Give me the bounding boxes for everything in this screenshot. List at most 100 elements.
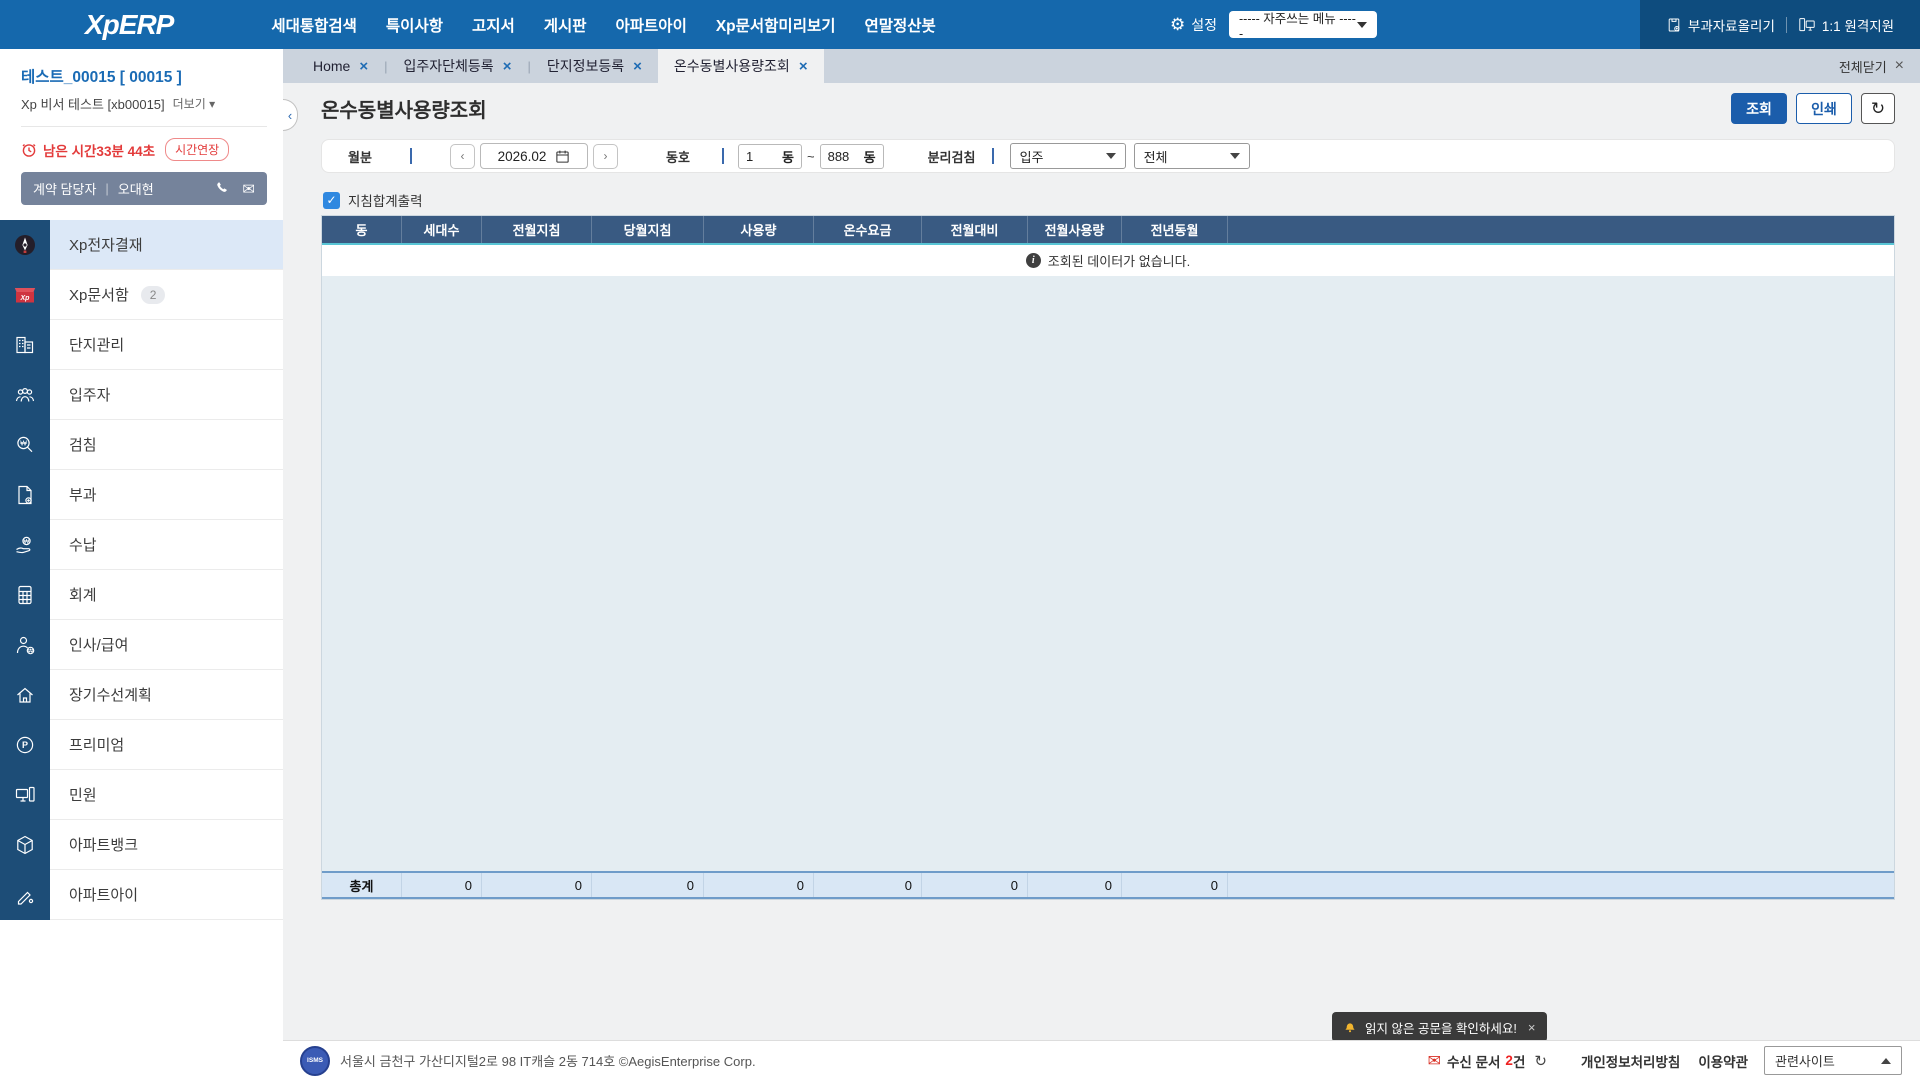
col-curr-reading[interactable]: 당월지침 — [592, 216, 704, 243]
next-month-button[interactable]: › — [593, 143, 618, 169]
col-prev-month-usage[interactable]: 전월사용량 — [1028, 216, 1122, 243]
tab-home[interactable]: Home × — [297, 49, 384, 83]
phone-icon[interactable] — [215, 181, 230, 196]
inbox-count[interactable]: 2 — [1505, 1053, 1513, 1068]
dong-suffix: 동 — [863, 149, 876, 165]
sidebar-item-xp-docbox[interactable]: Xp Xp문서함 2 — [0, 270, 283, 320]
page-actions: 조회 인쇄 ↻ — [1731, 93, 1895, 124]
remote-support-button[interactable]: 1:1 원격지원 — [1798, 15, 1894, 35]
dong-suffix: 동 — [782, 149, 794, 165]
close-icon[interactable]: × — [633, 58, 642, 75]
pencil-icon — [17, 891, 34, 905]
people-icon — [15, 387, 35, 402]
dong-to-input[interactable]: 888 동 — [819, 143, 884, 169]
col-prev-reading[interactable]: 전월지침 — [482, 216, 592, 243]
close-icon[interactable]: × — [799, 58, 808, 75]
terms-link[interactable]: 이용약관 — [1698, 1051, 1748, 1071]
session-timer: 남은 시간33분 44초 — [43, 143, 156, 159]
sidebar-item-civil-complaint[interactable]: 민원 — [0, 770, 283, 820]
more-button[interactable]: 더보기 ▾ — [173, 95, 216, 112]
sidebar-item-longterm-repair[interactable]: 장기수선계획 — [0, 670, 283, 720]
upload-doc-icon — [1668, 18, 1680, 31]
site-name[interactable]: 테스트_00015 [ 00015 ] — [21, 65, 267, 87]
sidebar-item-meter-reading[interactable]: ₩ 검침 — [0, 420, 283, 470]
col-households[interactable]: 세대수 — [402, 216, 482, 243]
scope-select[interactable]: 전체 — [1133, 143, 1250, 169]
col-dong[interactable]: 동 — [322, 216, 402, 243]
related-sites-select[interactable]: 관련사이트 — [1764, 1046, 1902, 1075]
menu-label: 인사/급여 — [69, 637, 129, 654]
close-icon[interactable]: × — [359, 58, 368, 75]
sidebar-item-apt-i[interactable]: 아파트아이 — [0, 870, 283, 920]
privacy-policy-link[interactable]: 개인정보처리방침 — [1581, 1051, 1680, 1071]
inbox-mail-icon[interactable]: ✉ — [1428, 1051, 1441, 1071]
inbox-label[interactable]: 수신 문서 — [1447, 1051, 1500, 1071]
mail-icon[interactable]: ✉ — [242, 180, 255, 198]
sidebar-item-billing[interactable]: 부과 — [0, 470, 283, 520]
dong-from-input[interactable]: 1 동 — [738, 143, 802, 169]
close-icon: × — [1894, 57, 1904, 74]
menu-label: 민원 — [69, 787, 97, 804]
menu-label: 수납 — [69, 537, 97, 554]
total-usage: 0 — [704, 873, 814, 897]
close-icon[interactable]: × — [503, 58, 512, 75]
col-filler — [1228, 216, 1894, 243]
contact-role: 계약 담당자 — [33, 182, 97, 197]
col-hotwater-fee[interactable]: 온수요금 — [814, 216, 922, 243]
tab-resident-group-reg[interactable]: 입주자단체등록 × — [388, 49, 528, 83]
divider — [991, 148, 994, 164]
menu-label: 회계 — [69, 587, 97, 604]
sidebar-item-xp-approval[interactable]: Xp전자결재 — [0, 220, 283, 270]
print-button[interactable]: 인쇄 — [1796, 93, 1852, 124]
close-all-tabs-button[interactable]: 전체닫기 × — [1839, 57, 1904, 76]
contact-name: 오대현 — [117, 182, 154, 197]
sidebar-collapse-button[interactable]: ‹ — [283, 99, 298, 131]
upload-billing-label: 부과자료올리기 — [1687, 18, 1775, 34]
search-button[interactable]: 조회 — [1731, 93, 1787, 124]
menu-label: 검침 — [69, 437, 97, 454]
refresh-button[interactable]: ↻ — [1861, 93, 1895, 124]
user-name: Xp 비서 테스트 [xb00015] — [21, 97, 165, 112]
app-logo: XpERP — [85, 8, 174, 40]
col-usage[interactable]: 사용량 — [704, 216, 814, 243]
extend-time-button[interactable]: 시간연장 — [165, 138, 230, 161]
nav-year-end-bot[interactable]: 연말정산봇 — [864, 14, 935, 36]
inbox-refresh-icon[interactable]: ↻ — [1534, 1052, 1547, 1070]
calculator-icon — [18, 585, 32, 605]
checkbox-checked-icon[interactable]: ✓ — [323, 191, 340, 209]
empty-state-row: i 조회된 데이터가 없습니다. — [322, 245, 1894, 276]
nav-apt-i[interactable]: 아파트아이 — [616, 14, 687, 36]
sidebar-item-premium[interactable]: P 프리미엄 — [0, 720, 283, 770]
sidebar-item-hr-payroll[interactable]: ₩ 인사/급여 — [0, 620, 283, 670]
sidebar-item-receipt[interactable]: ₩ 수납 — [0, 520, 283, 570]
guideline-total-checkbox[interactable]: ✓ 지침합계출력 — [323, 190, 423, 210]
nav-board[interactable]: 게시판 — [544, 14, 587, 36]
tab-complex-info-reg[interactable]: 단지정보등록 × — [531, 49, 658, 83]
quick-menu-select[interactable]: ----- 자주쓰는 메뉴 ----- — [1229, 11, 1377, 41]
upload-billing-button[interactable]: 부과자료올리기 — [1666, 15, 1775, 35]
nav-docbox-preview[interactable]: Xp문서함미리보기 — [716, 14, 836, 36]
occupancy-select[interactable]: 입주 — [1009, 143, 1126, 169]
sidebar-item-apt-bank[interactable]: 아파트뱅크 — [0, 820, 283, 870]
tab-hot-water-usage[interactable]: 온수동별사용량조회 × — [657, 49, 824, 83]
premium-p-icon: P — [16, 736, 34, 754]
nav-special-notes[interactable]: 특이사항 — [386, 14, 443, 36]
svg-text:Xp: Xp — [20, 295, 31, 302]
divider — [410, 148, 412, 164]
sidebar-item-residents[interactable]: 입주자 — [0, 370, 283, 420]
col-prev-year-month[interactable]: 전년동월 — [1122, 216, 1228, 243]
chevron-down-icon — [1229, 153, 1240, 159]
close-icon[interactable]: × — [1528, 1020, 1536, 1035]
sidebar-item-complex-mgmt[interactable]: 단지관리 — [0, 320, 283, 370]
top-right-panel: 부과자료올리기 1:1 원격지원 — [1640, 0, 1920, 49]
month-input[interactable]: 2026.02 — [480, 143, 588, 169]
prev-month-button[interactable]: ‹ — [450, 143, 475, 169]
menu-label: Xp문서함 — [69, 287, 129, 304]
usage-table: 동 세대수 전월지침 당월지침 사용량 온수요금 전월대비 전월사용량 전년동월… — [321, 215, 1895, 900]
sidebar-item-accounting[interactable]: 회계 — [0, 570, 283, 620]
nav-notice-bill[interactable]: 고지서 — [472, 14, 515, 36]
settings-button[interactable]: ⚙ 설정 — [1170, 15, 1217, 35]
bell-icon — [1345, 1023, 1355, 1033]
col-vs-prev-month[interactable]: 전월대비 — [922, 216, 1028, 243]
nav-household-search[interactable]: 세대통합검색 — [271, 14, 357, 36]
